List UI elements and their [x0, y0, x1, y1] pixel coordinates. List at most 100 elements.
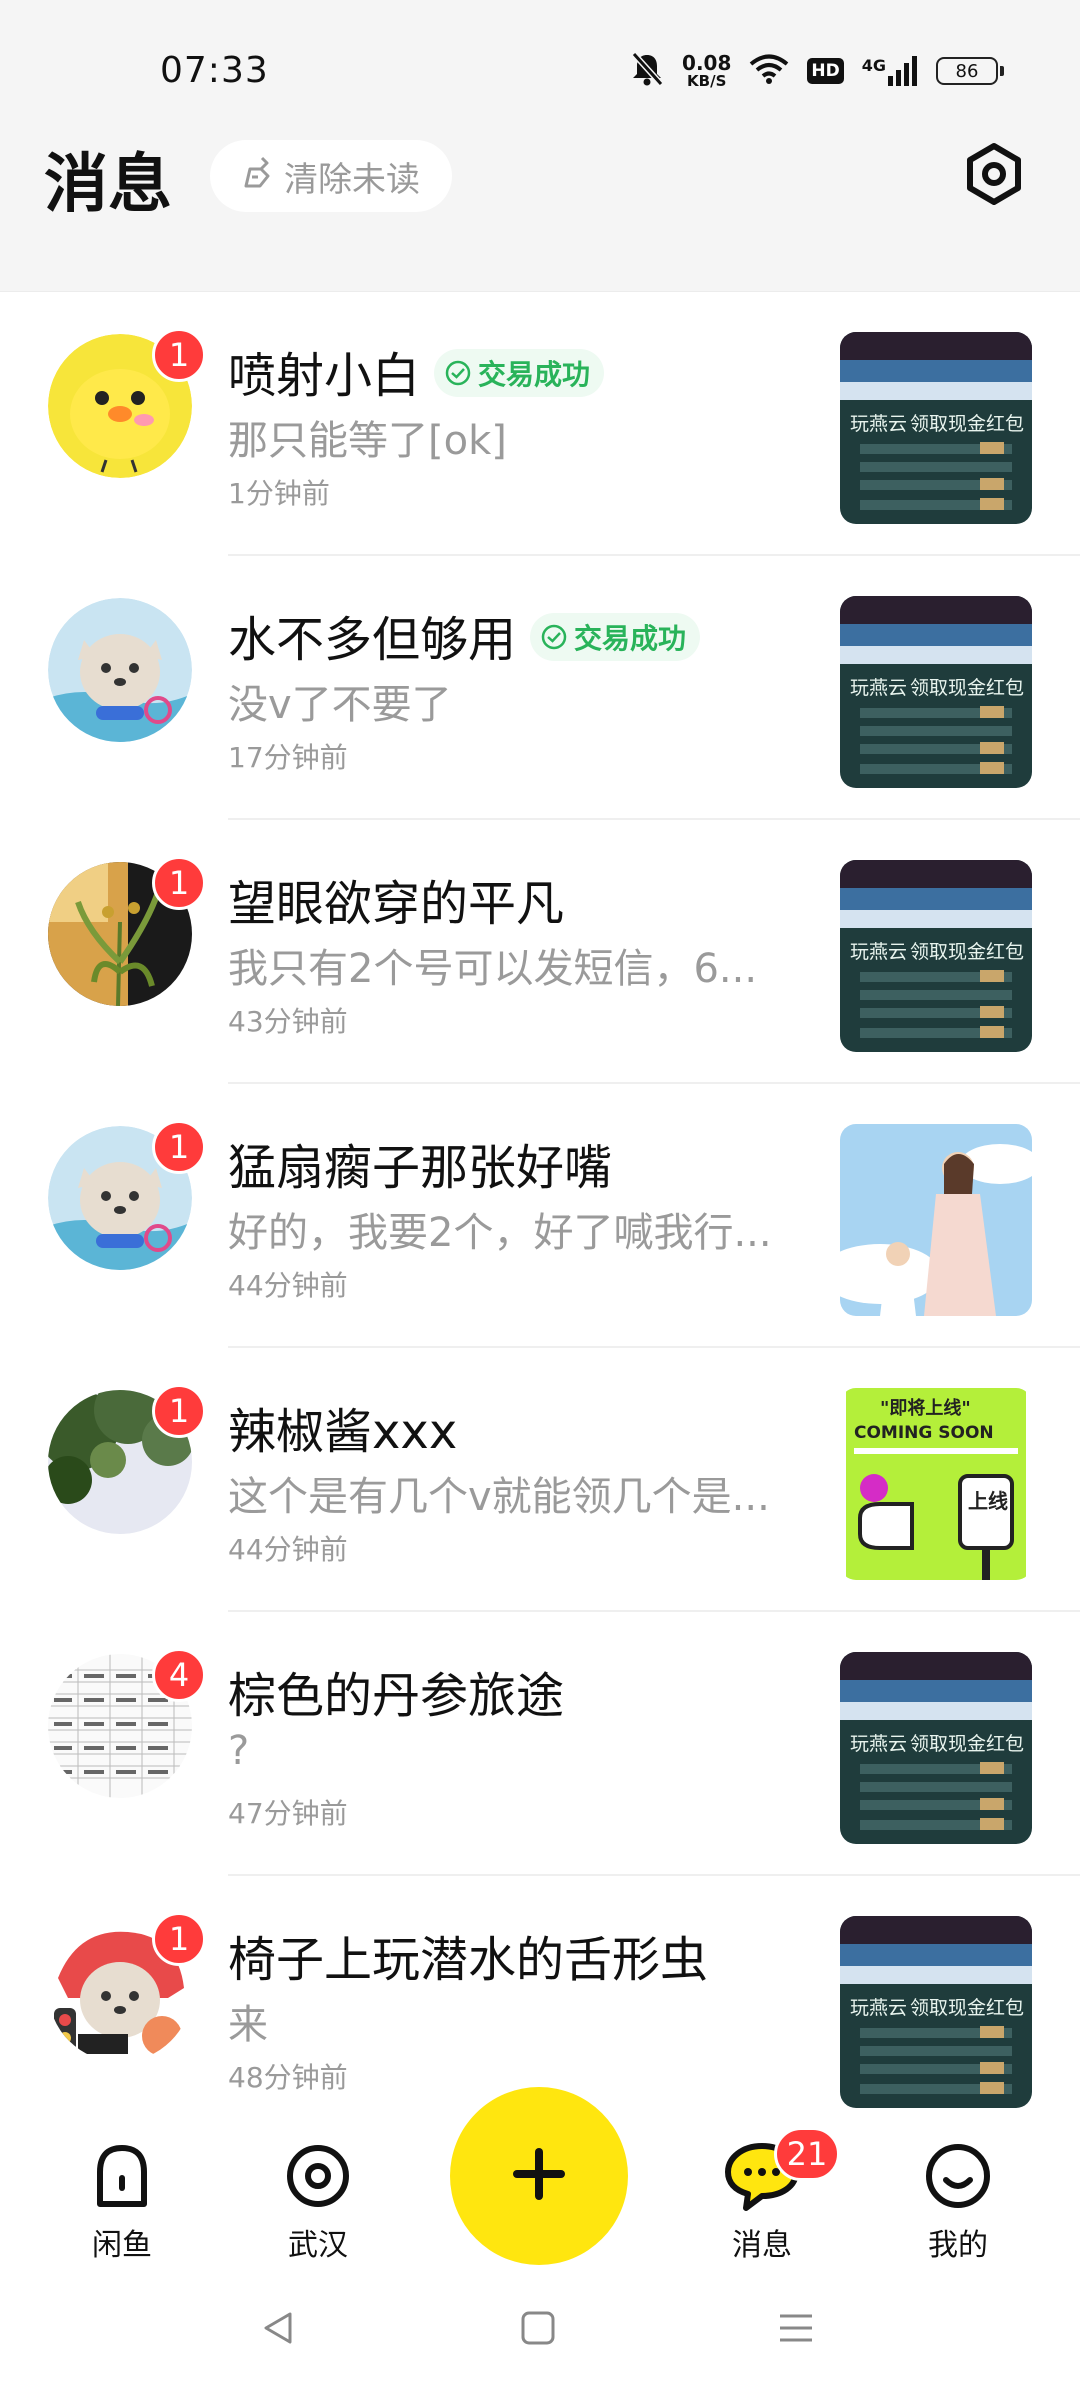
tab-label: 我的	[928, 2228, 988, 2263]
unread-badge: 4	[152, 1648, 206, 1702]
coming-sign-text: 上线	[968, 1489, 1008, 1513]
message-preview: ?	[228, 1728, 250, 1774]
header-area: 07:33 0.08 KB/S HD 4G 86 消息 清除未读	[0, 0, 1080, 292]
message-time: 44分钟前	[228, 1269, 348, 1302]
message-item[interactable]: 4 棕色的丹参旅途 ? 47分钟前 玩燕云 领取现金红包	[0, 1612, 1080, 1876]
message-time: 44分钟前	[228, 1533, 348, 1566]
message-item[interactable]: 1 辣椒酱xxx 这个是有几个v就能领几个是... 44分钟前 "即将上线" C…	[0, 1348, 1080, 1612]
unread-badge: 1	[152, 1912, 206, 1966]
item-thumbnail[interactable]: 玩燕云 领取现金红包	[840, 596, 1032, 788]
menu-lines-icon	[776, 2308, 816, 2352]
item-thumbnail[interactable]: 玩燕云 领取现金红包	[840, 1652, 1032, 1844]
contact-name: 水不多但够用 交易成功	[228, 600, 701, 670]
contact-name-text: 水不多但够用	[228, 612, 517, 668]
banner-text-1: 玩燕云	[850, 1997, 907, 2019]
nav-back-button[interactable]	[248, 2300, 308, 2360]
system-nav-bar	[0, 2270, 1080, 2400]
status-bar: 07:33 0.08 KB/S HD 4G 86	[0, 0, 1080, 135]
message-list: 1 喷射小白 交易成功 那只能等了[ok] 1分钟前 玩燕云 领取现金红包 水不…	[0, 292, 1080, 2140]
net-speed: 0.08 KB/S	[682, 53, 731, 89]
net-speed-unit: KB/S	[687, 72, 727, 90]
page-title: 消息	[44, 148, 172, 222]
hd-badge: HD	[807, 58, 844, 84]
check-circle-icon	[445, 360, 471, 386]
banner-text-1: 玩燕云	[850, 677, 907, 699]
back-triangle-icon	[258, 2308, 298, 2352]
tab-label: 闲鱼	[92, 2228, 152, 2263]
home-square-icon	[518, 2308, 558, 2352]
tab-home[interactable]: 闲鱼	[52, 2140, 192, 2263]
banner-text-2: 领取现金红包	[910, 941, 1024, 963]
trade-success-tag: 交易成功	[434, 349, 605, 397]
plus-icon	[511, 2146, 567, 2206]
profile-smile-icon	[922, 2140, 994, 2216]
trade-tag-label: 交易成功	[478, 358, 591, 391]
message-item[interactable]: 水不多但够用 交易成功 没v了不要了 17分钟前 玩燕云 领取现金红包	[0, 556, 1080, 820]
unread-badge: 1	[152, 1120, 206, 1174]
location-icon	[282, 2140, 354, 2216]
unread-badge: 1	[152, 856, 206, 910]
seal-avatar-image	[48, 598, 192, 742]
item-thumbnail[interactable]: 玩燕云 领取现金红包	[840, 1916, 1032, 2108]
game-banner-image: 玩燕云 领取现金红包	[840, 596, 1032, 788]
status-icons: 0.08 KB/S HD 4G 86	[630, 48, 1004, 94]
message-item[interactable]: 1 望眼欲穿的平凡 我只有2个号可以发短信，6... 43分钟前 玩燕云 领取现…	[0, 820, 1080, 1084]
wifi-icon	[749, 53, 789, 89]
message-time: 47分钟前	[228, 1797, 348, 1830]
message-time: 1分钟前	[228, 477, 330, 510]
tab-profile[interactable]: 我的	[888, 2140, 1028, 2263]
publish-button[interactable]	[450, 2087, 628, 2265]
item-thumbnail[interactable]	[840, 1124, 1032, 1316]
message-time: 17分钟前	[228, 741, 348, 774]
contact-name: 望眼欲穿的平凡	[228, 876, 565, 932]
unread-badge: 1	[152, 328, 206, 382]
illustration-image	[840, 1124, 1032, 1316]
message-preview: 好的，我要2个，好了喊我行...	[228, 1210, 772, 1256]
net-speed-value: 0.08	[682, 51, 732, 75]
settings-hexagon-icon	[962, 142, 1026, 210]
item-thumbnail[interactable]: 玩燕云 领取现金红包	[840, 332, 1032, 524]
nav-home-button[interactable]	[508, 2300, 568, 2360]
clear-unread-button[interactable]: 清除未读	[210, 140, 452, 212]
network-type: 4G	[861, 56, 886, 75]
message-preview: 我只有2个号可以发短信，6...	[228, 946, 758, 992]
message-preview: 这个是有几个v就能领几个是...	[228, 1474, 770, 1520]
coming-top-text: "即将上线"	[880, 1397, 971, 1419]
broom-icon	[242, 155, 276, 198]
trade-success-tag: 交易成功	[530, 613, 701, 661]
message-preview: 那只能等了[ok]	[228, 418, 507, 464]
message-item[interactable]: 1 猛扇瘸子那张好嘴 好的，我要2个，好了喊我行... 44分钟前	[0, 1084, 1080, 1348]
banner-text-1: 玩燕云	[850, 941, 907, 963]
game-banner-image: 玩燕云 领取现金红包	[840, 1916, 1032, 2108]
unread-badge: 1	[152, 1384, 206, 1438]
check-circle-icon	[541, 624, 567, 650]
game-banner-image: 玩燕云 领取现金红包	[840, 860, 1032, 1052]
item-thumbnail[interactable]: 玩燕云 领取现金红包	[840, 860, 1032, 1052]
status-time: 07:33	[160, 50, 269, 91]
tab-location[interactable]: 武汉	[248, 2140, 388, 2263]
contact-name: 喷射小白 交易成功	[228, 336, 605, 406]
banner-text-1: 玩燕云	[850, 413, 907, 435]
item-thumbnail[interactable]: "即将上线" COMING SOON 上线	[840, 1388, 1032, 1580]
contact-name: 椅子上玩潜水的舌形虫	[228, 1932, 709, 1988]
avatar[interactable]	[48, 598, 192, 742]
banner-text-2: 领取现金红包	[910, 413, 1024, 435]
coming-soon-image: "即将上线" COMING SOON 上线	[840, 1388, 1032, 1580]
battery-indicator: 86	[936, 57, 1004, 85]
message-preview: 来	[228, 2002, 268, 2048]
message-item[interactable]: 1 喷射小白 交易成功 那只能等了[ok] 1分钟前 玩燕云 领取现金红包	[0, 292, 1080, 556]
clear-unread-label: 清除未读	[284, 159, 420, 200]
nav-menu-button[interactable]	[766, 2300, 826, 2360]
signal-icon: 4G	[862, 56, 918, 86]
tab-label: 武汉	[288, 2228, 348, 2263]
banner-text-1: 玩燕云	[850, 1733, 907, 1755]
banner-text-2: 领取现金红包	[910, 677, 1024, 699]
banner-text-2: 领取现金红包	[910, 1997, 1024, 2019]
contact-name: 猛扇瘸子那张好嘴	[228, 1140, 613, 1196]
message-time: 43分钟前	[228, 1005, 348, 1038]
settings-button[interactable]	[960, 142, 1028, 210]
messages-count-badge: 21	[774, 2127, 840, 2181]
contact-name-text: 喷射小白	[228, 348, 421, 404]
home-icon	[86, 2140, 158, 2216]
mute-bell-icon	[630, 51, 664, 91]
